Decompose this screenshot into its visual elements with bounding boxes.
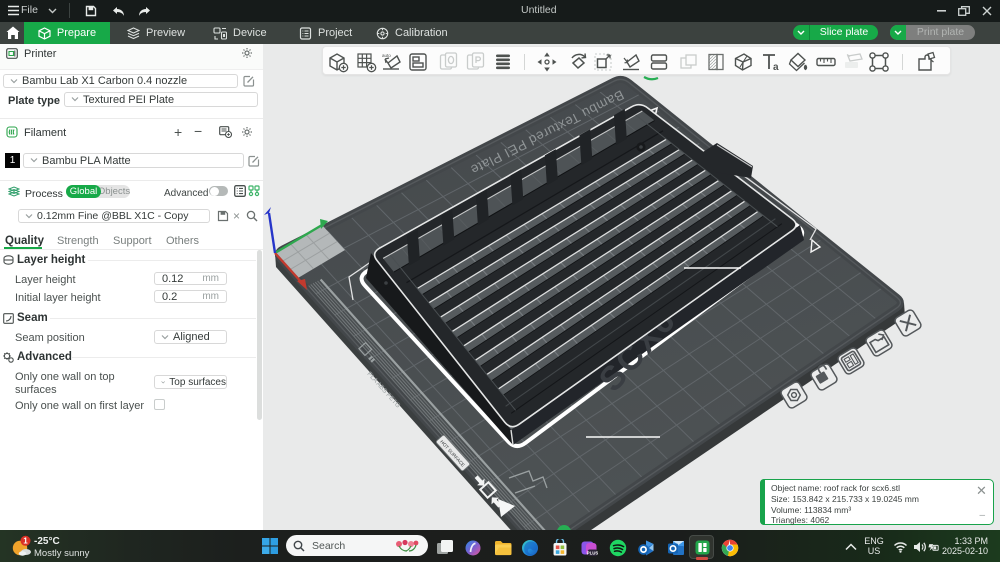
svg-text:PLUS: PLUS <box>587 551 598 556</box>
svg-text:auto: auto <box>382 53 391 58</box>
svg-text:1: 1 <box>23 537 28 546</box>
svg-text:a: a <box>773 62 779 73</box>
